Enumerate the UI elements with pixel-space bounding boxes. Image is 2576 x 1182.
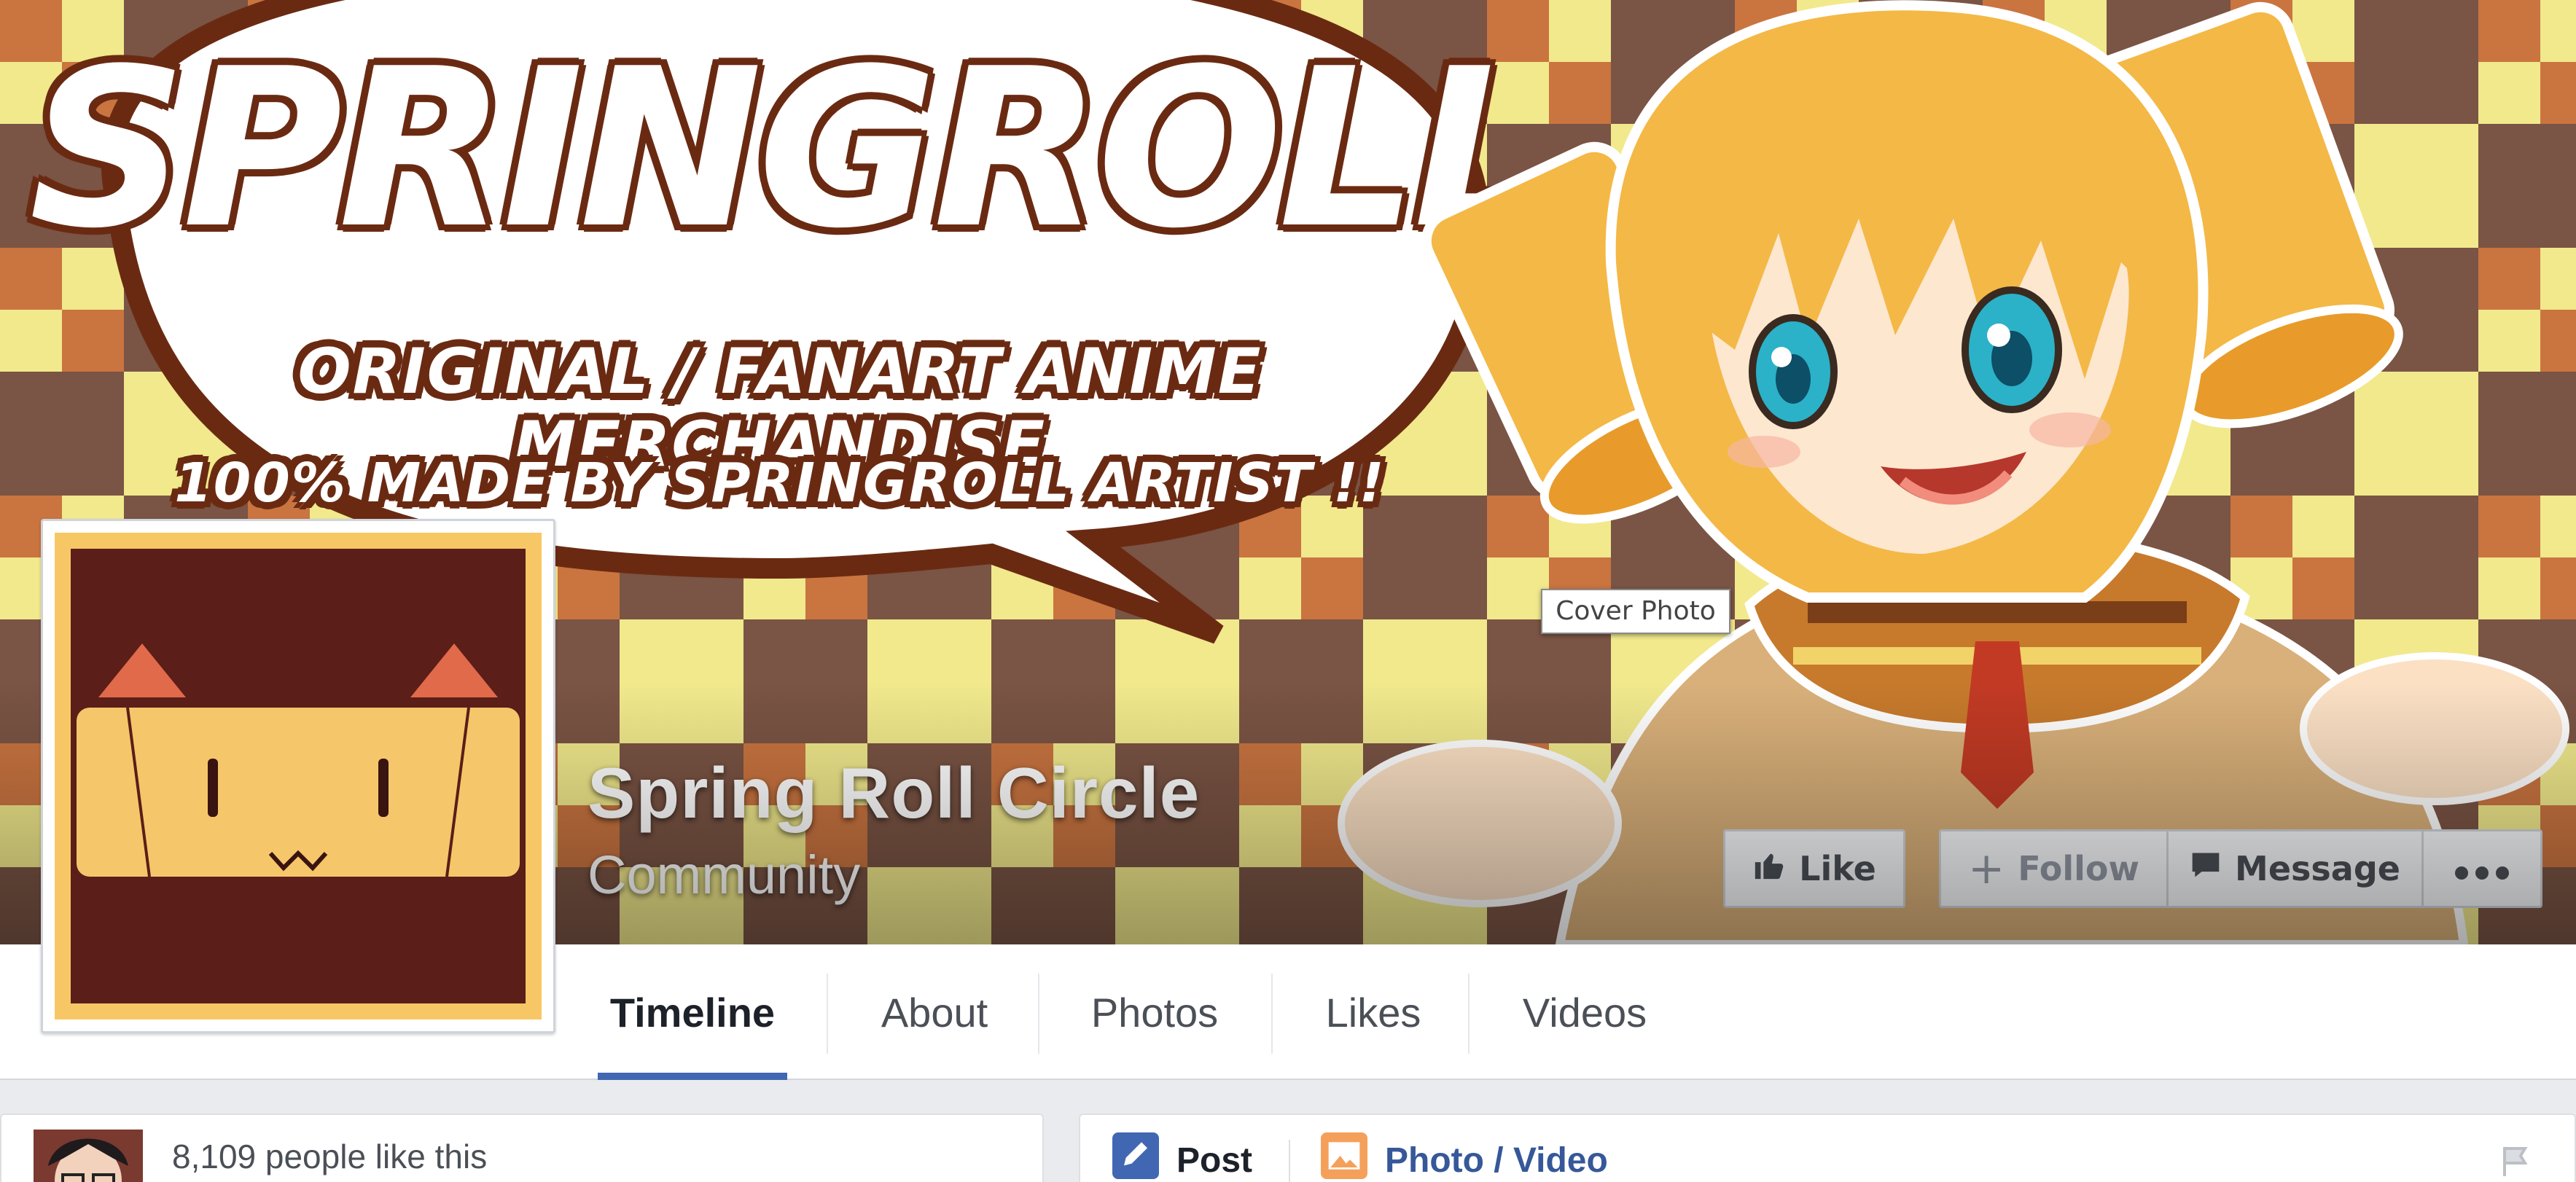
composer-post-tab[interactable]: Post	[1112, 1131, 1252, 1182]
follow-label: Follow	[2018, 849, 2140, 888]
thumbs-up-icon	[1752, 848, 1786, 890]
tab-divider	[1271, 974, 1273, 1054]
tab-divider	[1468, 974, 1470, 1054]
photo-icon	[1321, 1132, 1367, 1182]
composer-divider	[1289, 1140, 1290, 1182]
composer-photo-video-tab[interactable]: Photo / Video	[1321, 1131, 1608, 1182]
profile-picture[interactable]	[41, 519, 555, 1033]
pencil-icon	[1112, 1132, 1159, 1182]
flag-icon[interactable]	[2499, 1144, 2534, 1182]
speech-bubble-icon	[2190, 849, 2222, 889]
tab-likes-label: Likes	[1325, 989, 1421, 1036]
tab-videos[interactable]: Videos	[1483, 944, 1687, 1080]
message-button[interactable]: Message	[2169, 831, 2424, 906]
cat-box-logo	[55, 533, 542, 1019]
tab-likes[interactable]: Likes	[1286, 944, 1461, 1080]
message-label: Message	[2235, 849, 2400, 888]
post-label: Post	[1176, 1140, 1253, 1180]
page-category[interactable]: Community	[588, 844, 860, 906]
tab-videos-label: Videos	[1522, 989, 1647, 1036]
likes-count-text[interactable]: 8,109 people like this	[172, 1137, 487, 1176]
cover-photo-tooltip: Cover Photo	[1541, 589, 1730, 634]
plus-icon: +	[1967, 843, 2005, 894]
more-options-button[interactable]	[2424, 831, 2540, 906]
tab-about[interactable]: About	[846, 944, 1023, 1080]
tab-timeline[interactable]: Timeline	[598, 944, 787, 1080]
tab-about-label: About	[881, 989, 988, 1036]
tab-photos-label: Photos	[1090, 989, 1219, 1036]
tab-timeline-label: Timeline	[609, 989, 776, 1036]
follow-button[interactable]: + Follow	[1941, 831, 2169, 906]
post-composer: Post Photo / Video	[1079, 1113, 2576, 1182]
likes-summary-card: 8,109 people like this	[0, 1113, 1044, 1182]
page-title[interactable]: Spring Roll Circle	[588, 752, 1200, 834]
anime-character-illustration	[1338, 0, 2569, 944]
page-actions-group: + Follow Message	[1939, 829, 2542, 908]
like-button[interactable]: Like	[1723, 829, 1905, 908]
photo-video-label: Photo / Video	[1385, 1140, 1608, 1180]
like-label: Like	[1799, 849, 1876, 888]
tab-divider	[827, 974, 828, 1054]
tab-photos[interactable]: Photos	[1053, 944, 1257, 1080]
friend-avatar[interactable]	[34, 1130, 143, 1182]
tab-divider	[1038, 974, 1039, 1054]
ellipsis-icon	[2453, 849, 2511, 888]
